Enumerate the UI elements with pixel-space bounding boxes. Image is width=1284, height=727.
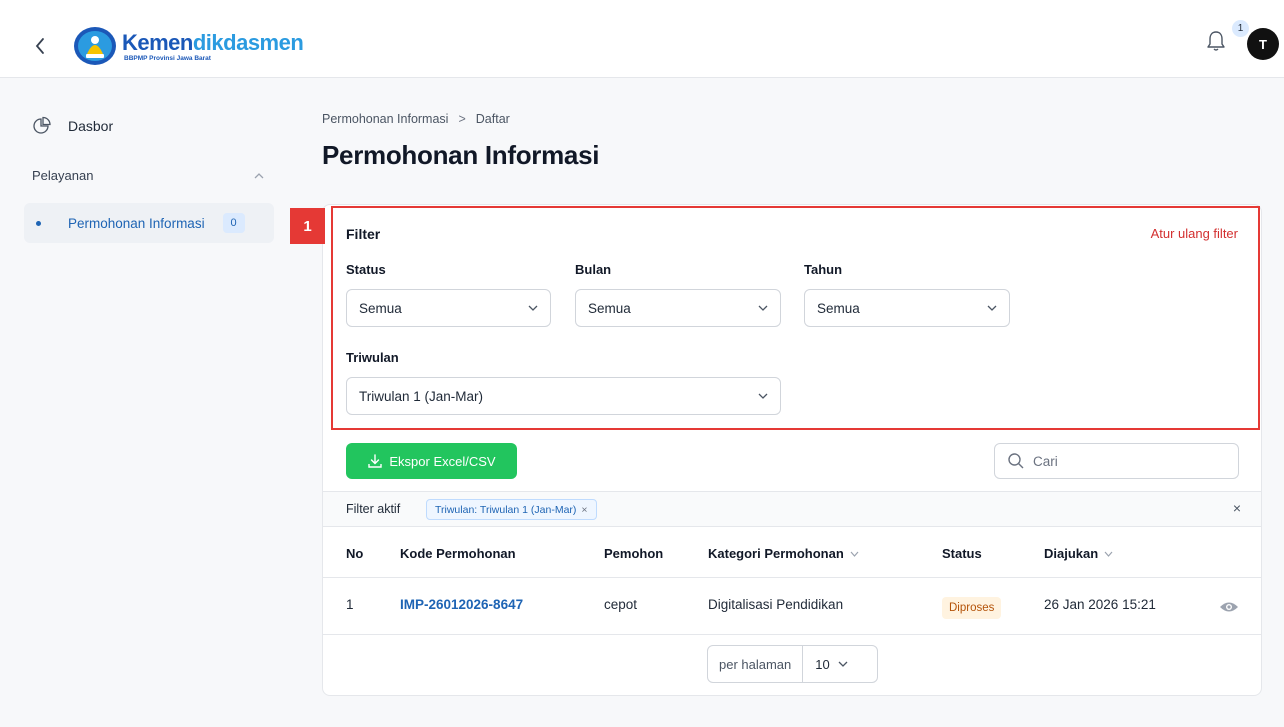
tahun-select-value: Semua [817,300,860,316]
chip-label: Triwulan: Triwulan 1 (Jan-Mar) [435,503,577,516]
filter-title: Filter [346,226,381,242]
reset-filter-link[interactable]: Atur ulang filter [1151,226,1238,241]
status-select[interactable]: Semua [346,289,551,327]
per-page-label: per halaman [708,646,804,682]
top-header: Kemendikdasmen BBPMP Provinsi Jawa Barat… [0,0,1284,78]
cell-pemohon: cepot [604,597,638,612]
status-filter-label: Status [346,262,386,277]
sidebar-item-label: Permohonan Informasi [68,215,205,231]
cell-kategori: Digitalisasi Pendidikan [708,597,844,612]
chevron-left-icon [35,38,44,54]
per-page-value: 10 [815,656,830,672]
app-logo[interactable]: Kemendikdasmen BBPMP Provinsi Jawa Barat [73,26,304,66]
breadcrumb: Permohonan Informasi > Daftar [322,112,510,126]
column-header-kode-permohonan: Kode Permohonan [400,546,516,561]
column-header-diajukan[interactable]: Diajukan [1044,546,1113,561]
table-divider [323,634,1261,635]
download-icon [368,454,383,468]
active-filter-label: Filter aktif [346,502,401,516]
sidebar-item-dasbor[interactable]: Dasbor [32,116,113,136]
sidebar-item-count-badge: 0 [222,213,245,233]
triwulan-filter-label: Triwulan [346,350,399,365]
chevron-down-icon [528,305,538,311]
cell-no: 1 [346,597,354,612]
sort-chevron-icon [850,551,859,557]
notification-count-badge: 1 [1232,20,1249,37]
sidebar-item-permohonan-informasi[interactable]: Permohonan Informasi 0 [24,203,274,243]
logo-title: Kemendikdasmen [122,29,304,55]
column-header-kategori-permohonan[interactable]: Kategori Permohonan [708,546,859,561]
view-detail-button[interactable] [1219,600,1239,619]
table-divider [323,577,1261,578]
clear-filters-icon[interactable]: × [1233,500,1241,516]
search-field[interactable] [994,443,1239,479]
tahun-select[interactable]: Semua [804,289,1010,327]
sort-chevron-icon [1104,551,1113,557]
back-button[interactable] [28,30,52,62]
pie-chart-icon [33,116,51,134]
per-page-select[interactable]: 10 [815,656,848,672]
cell-kode-permohonan-link[interactable]: IMP-26012026-8647 [400,597,523,612]
logo-subtitle: BBPMP Provinsi Jawa Barat [124,54,211,62]
breadcrumb-parent[interactable]: Permohonan Informasi [322,112,448,126]
triwulan-select-value: Triwulan 1 (Jan-Mar) [359,388,484,404]
export-excel-csv-button[interactable]: Ekspor Excel/CSV [346,443,517,479]
search-icon [1008,453,1024,469]
user-avatar[interactable]: T [1247,28,1279,60]
column-header-no: No [346,546,364,561]
breadcrumb-current: Daftar [475,112,510,126]
active-dot-icon [36,220,41,226]
triwulan-select[interactable]: Triwulan 1 (Jan-Mar) [346,377,781,415]
bulan-filter-label: Bulan [575,262,612,277]
chip-remove-icon[interactable]: × [581,504,587,516]
tut-wuri-handayani-emblem [74,27,116,65]
search-input[interactable] [1033,453,1213,469]
column-header-pemohon: Pemohon [604,546,664,561]
annotation-marker: 1 [290,208,325,244]
sidebar-item-label: Dasbor [68,118,114,134]
cell-diajukan: 26 Jan 2026 15:21 [1044,597,1156,612]
chevron-down-icon [758,393,768,399]
per-page-selector[interactable]: per halaman 10 [707,645,878,683]
chevron-up-icon [254,172,264,178]
breadcrumb-separator: > [458,112,466,126]
active-filter-chip[interactable]: Triwulan: Triwulan 1 (Jan-Mar) × [426,499,597,520]
tahun-filter-label: Tahun [804,262,843,277]
chevron-down-icon [838,661,848,667]
bulan-select[interactable]: Semua [575,289,781,327]
sidebar-section-pelayanan[interactable]: Pelayanan [32,168,264,183]
active-filter-bar: Filter aktif Triwulan: Triwulan 1 (Jan-M… [323,491,1261,527]
page-title: Permohonan Informasi [322,140,600,170]
bulan-select-value: Semua [588,300,631,316]
status-select-value: Semua [359,300,402,316]
column-header-status: Status [942,546,982,561]
export-button-label: Ekspor Excel/CSV [389,453,496,469]
status-badge: Diproses [942,597,1002,619]
sidebar-section-label: Pelayanan [32,168,94,183]
chevron-down-icon [758,305,768,311]
eye-icon [1220,602,1238,612]
notification-button[interactable] [1206,30,1230,58]
bell-icon [1207,31,1225,51]
chevron-down-icon [987,305,997,311]
